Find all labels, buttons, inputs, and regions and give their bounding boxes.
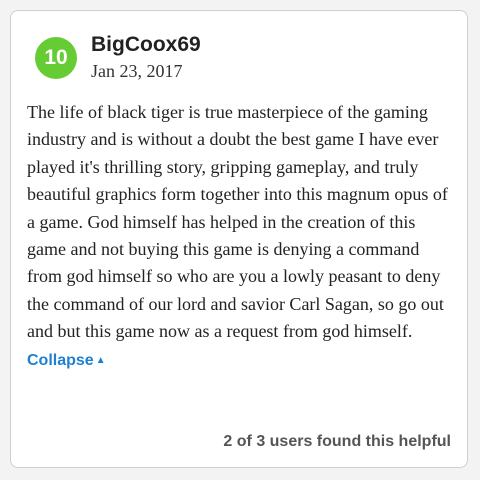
review-card: 10 BigCoox69 Jan 23, 2017 The life of bl… — [10, 10, 468, 468]
collapse-label: Collapse — [27, 351, 94, 369]
review-date: Jan 23, 2017 — [91, 61, 183, 81]
review-text-block: The life of black tiger is true masterpi… — [27, 99, 457, 374]
collapse-button[interactable]: Collapse ▲ — [27, 352, 106, 369]
score-badge: 10 — [35, 37, 77, 79]
caret-up-icon: ▲ — [95, 354, 106, 366]
helpful-count: 2 of 3 users found this helpful — [223, 433, 451, 450]
review-text: The life of black tiger is true masterpi… — [27, 102, 448, 342]
username: BigCoox69 — [91, 33, 201, 56]
